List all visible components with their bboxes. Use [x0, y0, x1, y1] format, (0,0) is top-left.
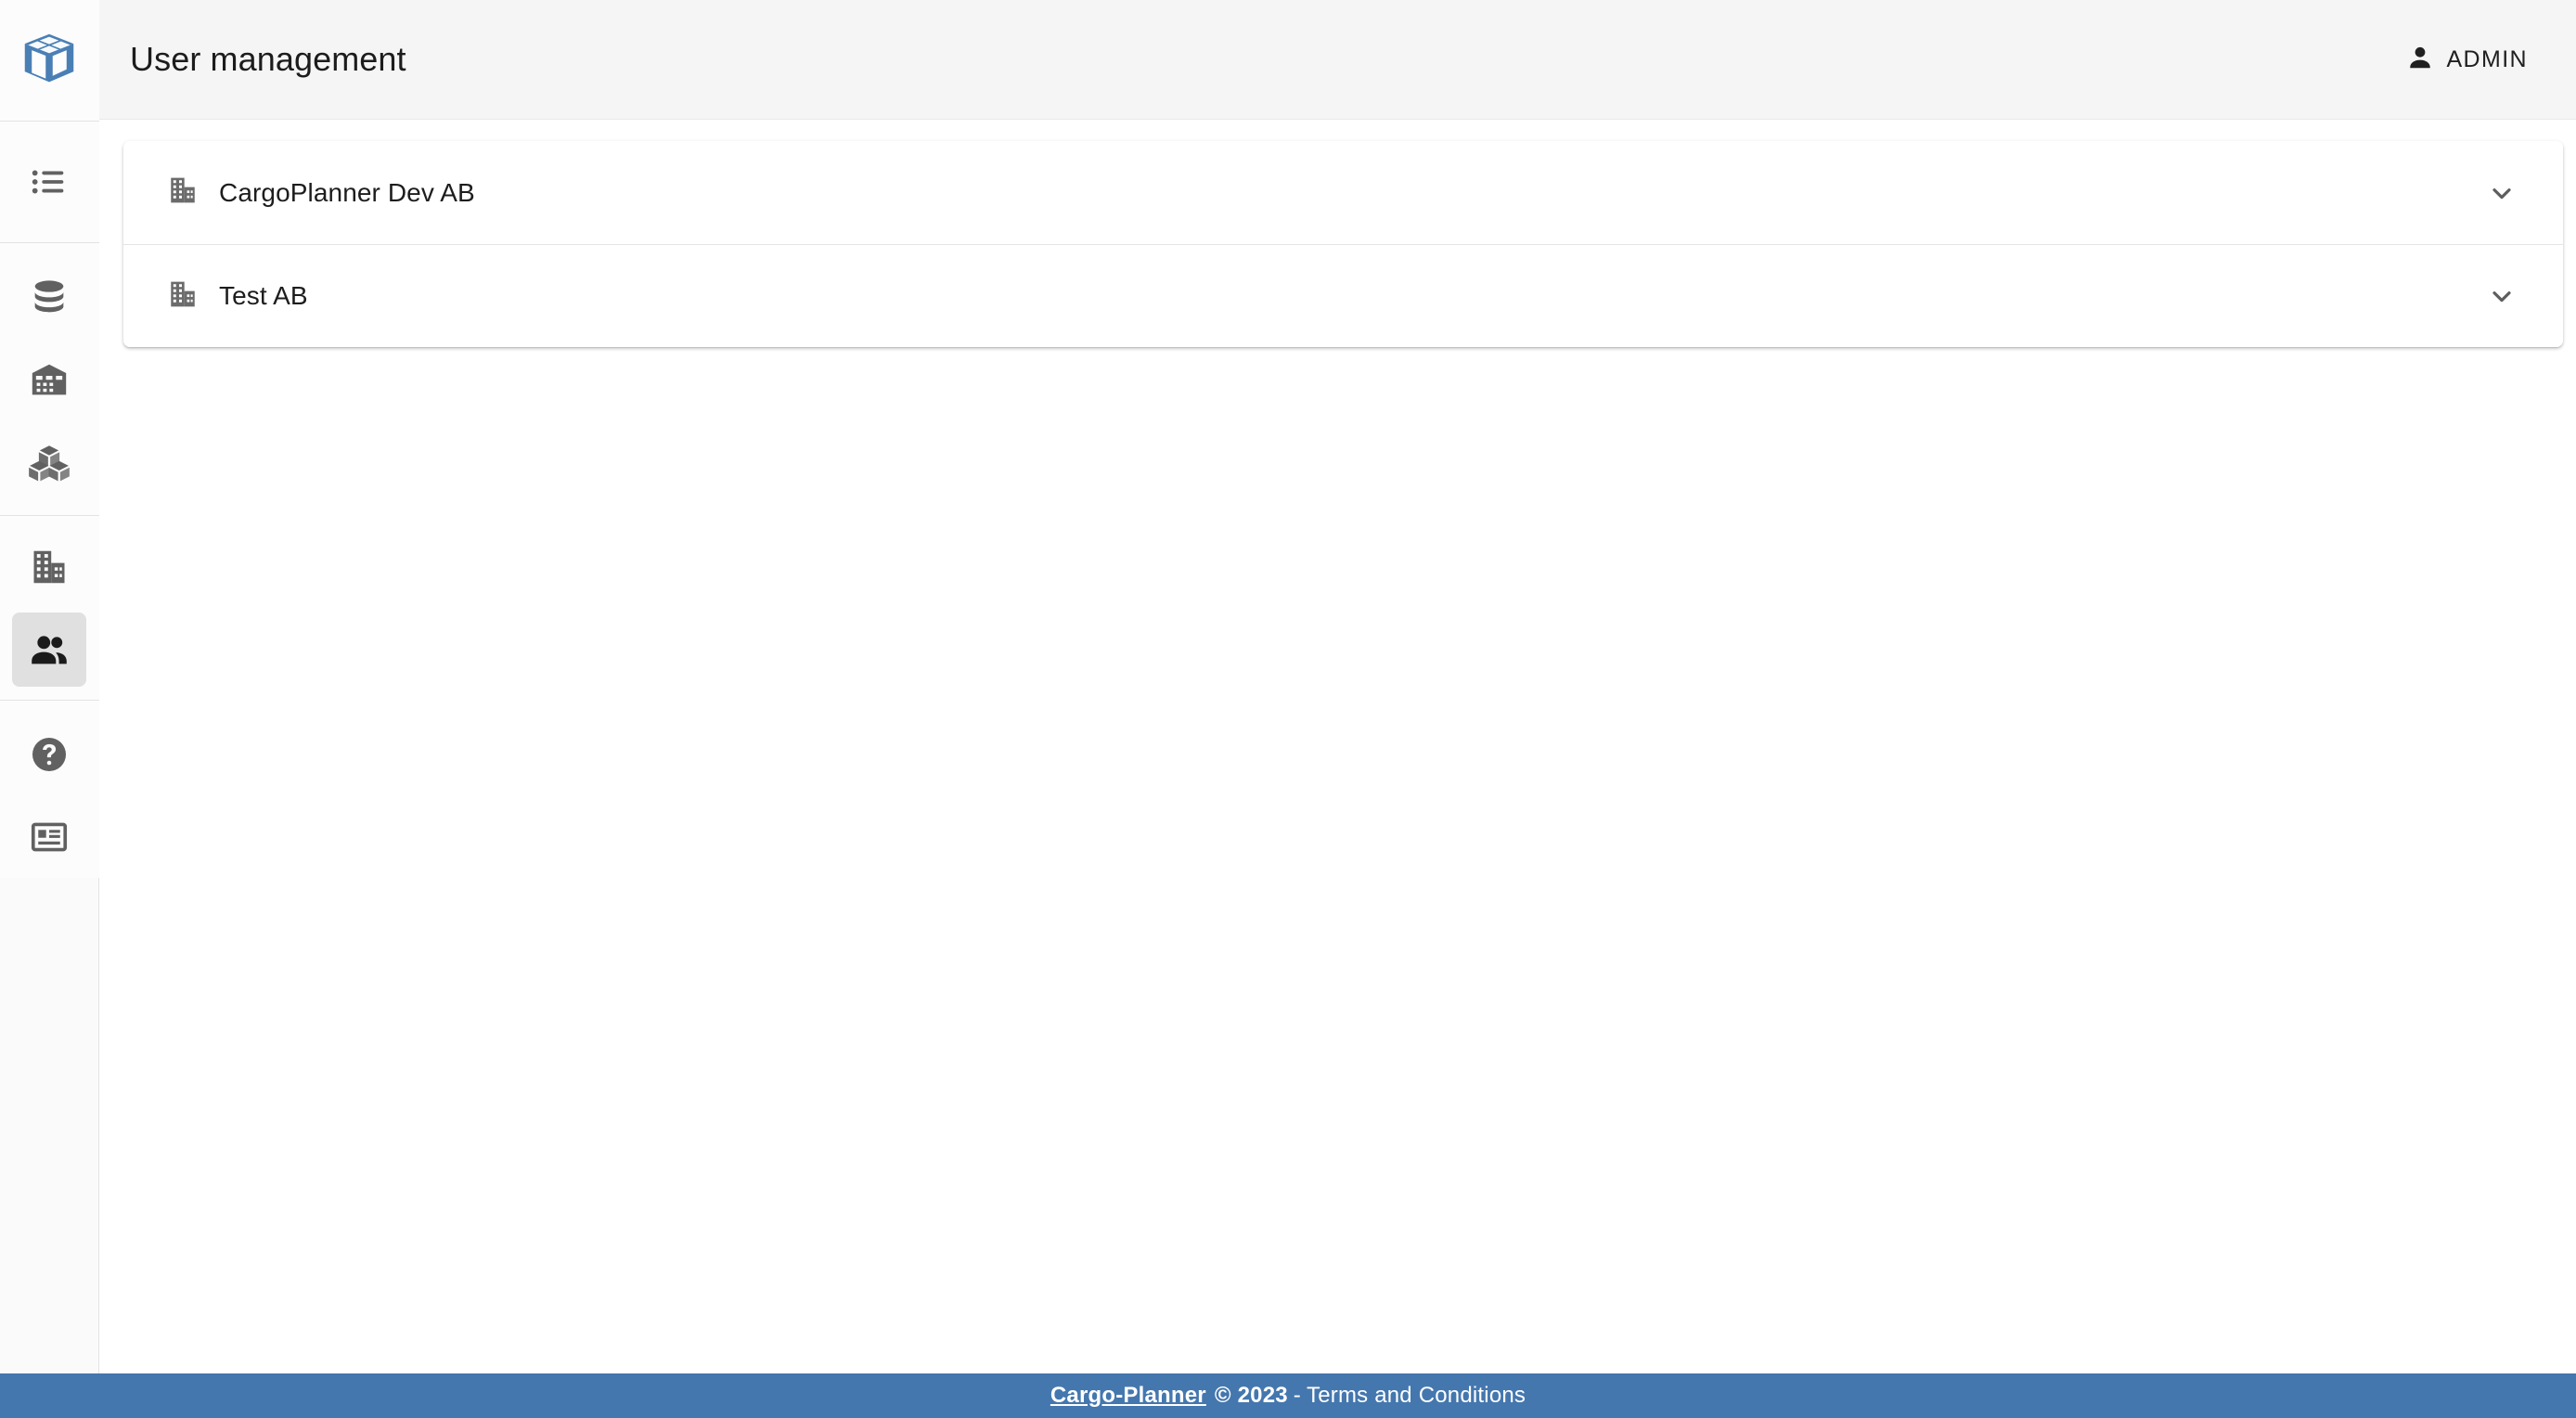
top-header: User management ADMIN	[99, 0, 2576, 120]
person-icon	[2406, 44, 2434, 76]
sidebar	[0, 0, 99, 1373]
footer-copyright: © 2023	[1215, 1383, 1288, 1409]
list-icon	[12, 145, 86, 219]
sidebar-item-companies[interactable]	[0, 525, 99, 608]
chevron-down-icon[interactable]	[2476, 270, 2528, 322]
sidebar-item-users[interactable]	[0, 608, 99, 690]
warehouse-icon	[12, 343, 86, 418]
admin-label: ADMIN	[2446, 46, 2528, 73]
news-icon	[12, 800, 86, 874]
boxes-icon	[12, 426, 86, 500]
help-circle-icon	[12, 717, 86, 792]
page-footer: Cargo-Planner © 2023 - Terms and Conditi…	[0, 1373, 2576, 1418]
cargo-planner-link[interactable]: Cargo-Planner	[1050, 1383, 1206, 1409]
sidebar-item-boxes[interactable]	[0, 421, 99, 504]
list-item[interactable]: CargoPlanner Dev AB	[123, 141, 2563, 244]
list-item[interactable]: Test AB	[123, 244, 2563, 347]
app-logo[interactable]	[0, 0, 99, 122]
org-row-left: CargoPlanner Dev AB	[167, 174, 2476, 211]
people-icon	[12, 612, 86, 687]
app-root: User management ADMIN	[0, 0, 2576, 1418]
building-icon	[167, 174, 199, 211]
sidebar-item-help[interactable]	[0, 713, 99, 795]
sidebar-item-database[interactable]	[0, 256, 99, 339]
sidebar-group-4	[0, 701, 99, 878]
page-title: User management	[130, 43, 406, 76]
sidebar-item-news[interactable]	[0, 795, 99, 878]
terms-and-conditions-link[interactable]: Terms and Conditions	[1307, 1383, 1526, 1409]
sidebar-group-3	[0, 516, 99, 701]
sidebar-group-2	[0, 243, 99, 516]
cargo-planner-cube-logo-icon	[21, 31, 77, 91]
admin-account-button[interactable]: ADMIN	[2399, 38, 2535, 82]
database-icon	[12, 261, 86, 335]
main-content: CargoPlanner Dev AB	[100, 121, 2576, 1373]
sidebar-item-warehouse[interactable]	[0, 339, 99, 421]
sidebar-group-1	[0, 122, 99, 243]
organization-list-card: CargoPlanner Dev AB	[123, 141, 2563, 347]
footer-separator: -	[1294, 1383, 1301, 1409]
org-name: CargoPlanner Dev AB	[219, 178, 475, 208]
footer-text: Cargo-Planner © 2023 - Terms and Conditi…	[1050, 1383, 1526, 1409]
org-name: Test AB	[219, 281, 308, 311]
building-icon	[167, 278, 199, 315]
chevron-down-icon[interactable]	[2476, 167, 2528, 219]
sidebar-item-list[interactable]	[0, 141, 99, 224]
building-icon	[12, 530, 86, 604]
org-row-left: Test AB	[167, 278, 2476, 315]
